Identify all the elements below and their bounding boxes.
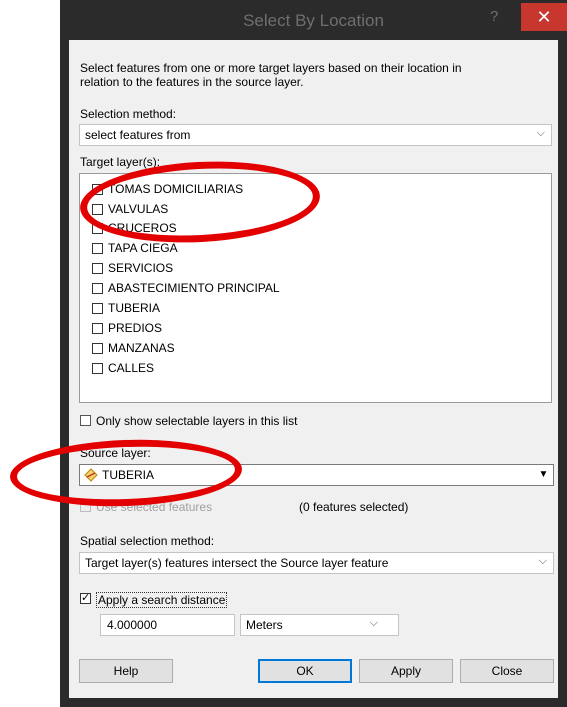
- target-layer-label: CALLES: [108, 361, 155, 375]
- checkbox-checked[interactable]: ✓: [80, 593, 91, 604]
- ok-button-label: OK: [296, 664, 314, 678]
- target-layer-label: CRUCEROS: [108, 221, 177, 235]
- search-distance-option[interactable]: ✓ Apply a search distance: [80, 591, 280, 608]
- chevron-down-icon: ⌵: [536, 127, 545, 139]
- ok-button[interactable]: OK: [258, 659, 352, 683]
- checkbox-disabled[interactable]: [80, 501, 91, 512]
- features-selected-count: (0 features selected): [299, 500, 409, 514]
- source-layer-dropdown[interactable]: TUBERIA ▼: [79, 464, 554, 486]
- close-button[interactable]: Close: [460, 659, 554, 683]
- distance-unit-dropdown[interactable]: Meters ⌵: [240, 614, 399, 636]
- chevron-down-icon: ⌵: [538, 555, 547, 567]
- dropdown-arrow-button[interactable]: ▼: [534, 466, 552, 484]
- target-layer-label: VALVULAS: [108, 202, 169, 216]
- search-distance-label: Apply a search distance: [96, 592, 228, 608]
- checkbox[interactable]: [92, 263, 103, 274]
- apply-button-label: Apply: [390, 664, 422, 678]
- use-selected-option[interactable]: Use selected features: [80, 499, 280, 515]
- source-layer-label: Source layer:: [80, 446, 151, 460]
- target-layers-list[interactable]: ✓ TOMAS DOMICILIARIAS VALVULAS CRUCEROS …: [79, 173, 552, 403]
- target-layer-label: TUBERIA: [108, 301, 161, 315]
- checkbox[interactable]: [92, 283, 103, 294]
- target-layer-label: PREDIOS: [108, 321, 163, 335]
- spatial-method-value: Target layer(s) features intersect the S…: [85, 556, 389, 570]
- checkbox[interactable]: [80, 415, 91, 426]
- selection-method-dropdown[interactable]: select features from ⌵: [79, 124, 552, 146]
- only-selectable-option[interactable]: Only show selectable layers in this list: [80, 413, 297, 429]
- search-distance-input[interactable]: 4.000000: [100, 614, 235, 636]
- target-layer-label: TAPA CIEGA: [108, 241, 178, 255]
- dialog-client-area: Select features from one or more target …: [69, 40, 558, 698]
- target-layer-label: TOMAS DOMICILIARIAS: [108, 182, 244, 196]
- help-button[interactable]: Help: [79, 659, 173, 683]
- checkbox[interactable]: [92, 343, 103, 354]
- layer-line-icon: [84, 468, 98, 482]
- spatial-method-label: Spatial selection method:: [80, 534, 215, 548]
- checkbox[interactable]: [92, 323, 103, 334]
- selection-method-label: Selection method:: [80, 107, 177, 121]
- use-selected-label: Use selected features: [96, 500, 213, 514]
- close-button-label: Close: [491, 664, 523, 678]
- only-selectable-label: Only show selectable layers in this list: [96, 414, 298, 428]
- selection-method-value: select features from: [85, 128, 191, 142]
- spatial-method-dropdown[interactable]: Target layer(s) features intersect the S…: [79, 552, 554, 574]
- checkbox[interactable]: [92, 363, 103, 374]
- checkbox[interactable]: [92, 243, 103, 254]
- help-button-label: Help: [113, 664, 139, 678]
- title-bar[interactable]: Select By Location ? ✕: [60, 0, 567, 40]
- window-close-button[interactable]: ✕: [521, 3, 567, 31]
- apply-button[interactable]: Apply: [359, 659, 453, 683]
- dialog-window: Select By Location ? ✕ Select features f…: [60, 0, 567, 707]
- target-layer-label: SERVICIOS: [108, 261, 174, 275]
- checkbox[interactable]: [92, 303, 103, 314]
- checkbox[interactable]: [92, 223, 103, 234]
- checkbox-checked[interactable]: ✓: [92, 184, 103, 195]
- chevron-down-icon: ⌵: [369, 617, 378, 629]
- intro-text-line-1: Select features from one or more target …: [80, 61, 462, 75]
- target-layer-label: ABASTECIMIENTO PRINCIPAL: [108, 281, 280, 295]
- target-layer-label: MANZANAS: [108, 341, 175, 355]
- distance-unit-value: Meters: [246, 618, 283, 632]
- search-distance-value: 4.000000: [107, 618, 158, 632]
- intro-text-line-2: relation to the features in the source l…: [80, 75, 304, 89]
- target-layers-label: Target layer(s):: [80, 155, 161, 169]
- help-glyph-button[interactable]: ?: [490, 8, 498, 25]
- checkbox[interactable]: [92, 204, 103, 215]
- source-layer-value: TUBERIA: [102, 468, 155, 482]
